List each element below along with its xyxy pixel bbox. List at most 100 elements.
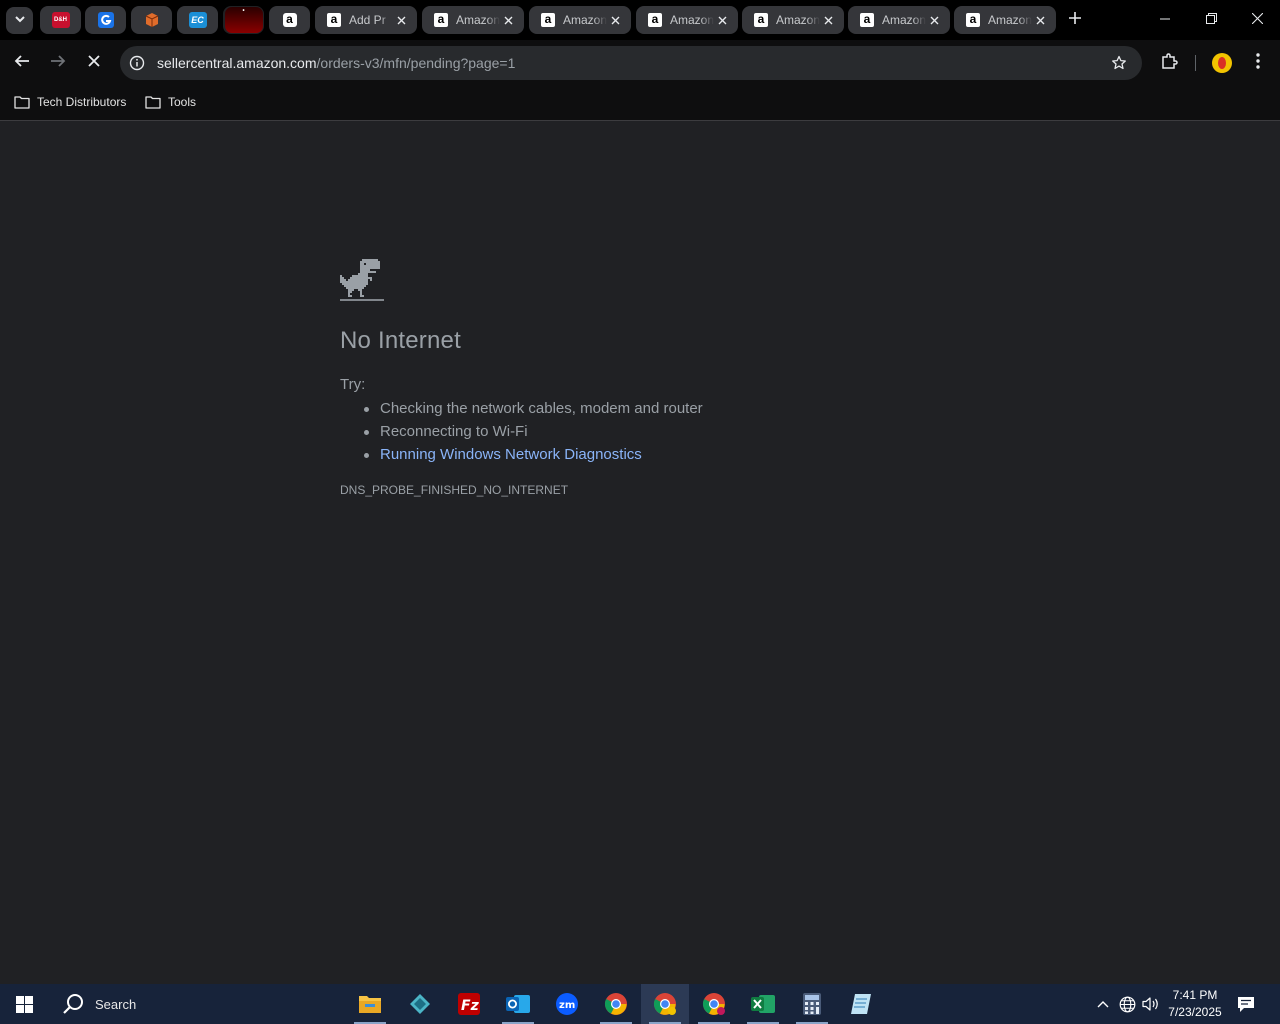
url-path: /orders-v3/mfn/pending?page=1	[316, 55, 516, 71]
amazon-logo-icon: a	[327, 13, 341, 27]
bookmark-star-icon[interactable]	[1110, 54, 1128, 72]
avatar	[1212, 53, 1232, 73]
tab-title: Amazon	[670, 13, 714, 27]
close-icon	[1251, 11, 1263, 29]
tab-add-product[interactable]: a Add Pr	[315, 6, 417, 34]
close-window-button[interactable]	[1245, 8, 1269, 32]
tab-title: Amazon	[882, 13, 926, 27]
package-logo-icon	[144, 12, 160, 28]
clock-time: 7:41 PM	[1172, 988, 1218, 1002]
close-icon[interactable]	[607, 12, 623, 28]
network-diagnostics-link[interactable]: Running Windows Network Diagnostics	[380, 446, 642, 463]
amazon-logo-icon: a	[648, 13, 662, 27]
pinned-tab-3[interactable]	[131, 6, 172, 34]
close-icon[interactable]	[1032, 12, 1048, 28]
pinned-tab-2[interactable]	[85, 6, 126, 34]
taskbar-file-explorer[interactable]	[346, 984, 394, 1024]
tab-amazon-4[interactable]: a Amazon	[742, 6, 844, 34]
pinned-tab-5[interactable]: •	[223, 6, 264, 34]
amazon-logo-icon: a	[966, 13, 980, 27]
minimize-icon	[1160, 11, 1170, 29]
tab-title: Add Pr	[349, 13, 386, 27]
tab-amazon-1[interactable]: a Amazon	[422, 6, 524, 34]
close-icon[interactable]	[393, 12, 409, 28]
amazon-logo-icon: a	[434, 13, 448, 27]
notification-center-button[interactable]	[1236, 994, 1256, 1014]
extensions-button[interactable]	[1157, 51, 1181, 75]
search-label: Search	[95, 996, 137, 1012]
start-button[interactable]	[0, 984, 48, 1024]
amazon-logo-icon: a	[541, 13, 555, 27]
menu-button[interactable]	[1246, 51, 1270, 75]
taskbar-filezilla[interactable]: Fz	[445, 984, 493, 1024]
suggestion-list: Checking the network cables, modem and r…	[340, 397, 703, 466]
restore-button[interactable]	[1199, 8, 1223, 32]
back-button[interactable]	[10, 51, 34, 75]
dinosaur-icon[interactable]	[340, 257, 386, 308]
list-item: Running Windows Network Diagnostics	[340, 443, 703, 466]
taskbar-chrome-1[interactable]	[592, 984, 640, 1024]
tab-strip: D&H EC • a a Add Pr a Amazon a Amazon a …	[0, 0, 1280, 40]
bookmark-folder-tech-distributors[interactable]: Tech Distributors	[14, 92, 126, 112]
close-icon[interactable]	[926, 12, 942, 28]
excel-icon	[751, 995, 775, 1013]
stop-button[interactable]	[82, 51, 106, 75]
tab-title: Amazon	[776, 13, 820, 27]
folder-icon	[145, 96, 161, 109]
close-icon[interactable]	[820, 12, 836, 28]
try-label: Try:	[340, 376, 366, 393]
address-bar[interactable]: sellercentral.amazon.com/orders-v3/mfn/p…	[120, 46, 1142, 80]
chrome-icon	[702, 993, 725, 1015]
tab-title: Amazon	[563, 13, 607, 27]
bookmark-folder-tools[interactable]: Tools	[145, 92, 196, 112]
volume-tray-button[interactable]	[1141, 994, 1161, 1014]
profile-button[interactable]	[1210, 51, 1234, 75]
suggestion-text: Checking the network cables, modem and r…	[380, 400, 703, 417]
dandh-logo-icon: D&H	[51, 12, 70, 28]
tab-amazon-5[interactable]: a Amazon	[848, 6, 950, 34]
amazon-logo-icon: a	[282, 13, 297, 27]
calculator-icon	[803, 993, 821, 1015]
taskbar-clock[interactable]: 7:41 PM 7/23/2025	[1164, 987, 1226, 1021]
list-item: Checking the network cables, modem and r…	[340, 397, 703, 420]
forward-button[interactable]	[46, 51, 70, 75]
taskbar-search[interactable]: Search	[52, 984, 302, 1024]
close-icon[interactable]	[500, 12, 516, 28]
browser-toolbar: sellercentral.amazon.com/orders-v3/mfn/p…	[0, 40, 1280, 86]
taskbar-chrome-2[interactable]	[641, 984, 689, 1024]
bookmark-label: Tools	[168, 95, 197, 109]
tab-amazon-3[interactable]: a Amazon	[636, 6, 738, 34]
error-title: No Internet	[340, 327, 461, 354]
pinned-tab-1[interactable]: D&H	[40, 6, 81, 34]
taskbar-excel[interactable]	[739, 984, 787, 1024]
error-page: No Internet Try: Checking the network ca…	[0, 121, 1280, 984]
tab-title: Amazon	[988, 13, 1032, 27]
taskbar-app-diamond[interactable]	[396, 984, 444, 1024]
show-hidden-icons-button[interactable]	[1093, 994, 1113, 1014]
notification-icon	[1238, 996, 1254, 1012]
taskbar-zoom[interactable]: zm	[543, 984, 591, 1024]
network-tray-button[interactable]	[1117, 994, 1137, 1014]
taskbar-notes-app[interactable]	[837, 984, 885, 1024]
site-info-icon[interactable]	[128, 54, 146, 72]
tab-title: Amazon	[456, 13, 500, 27]
close-icon[interactable]	[714, 12, 730, 28]
pinned-tab-4[interactable]: EC	[177, 6, 218, 34]
tab-search-button[interactable]	[6, 7, 33, 34]
minimize-button[interactable]	[1153, 8, 1177, 32]
folder-icon	[14, 96, 30, 109]
windows-taskbar: Search Fz zm 7:41 PM 7/23/2025	[0, 984, 1280, 1024]
taskbar-chrome-3[interactable]	[690, 984, 738, 1024]
taskbar-calculator[interactable]	[788, 984, 836, 1024]
diamond-app-icon	[410, 994, 430, 1014]
outlook-icon	[506, 995, 530, 1013]
tab-amazon-2[interactable]: a Amazon	[529, 6, 631, 34]
new-tab-button[interactable]	[1064, 9, 1086, 31]
address-url[interactable]: sellercentral.amazon.com/orders-v3/mfn/p…	[157, 55, 515, 71]
taskbar-outlook[interactable]	[494, 984, 542, 1024]
windows-logo-icon	[15, 995, 33, 1013]
tab-amazon-6[interactable]: a Amazon	[954, 6, 1056, 34]
stop-x-icon	[88, 54, 100, 72]
pinned-tab-6[interactable]: a	[269, 6, 310, 34]
chevron-up-icon	[1097, 1001, 1109, 1008]
